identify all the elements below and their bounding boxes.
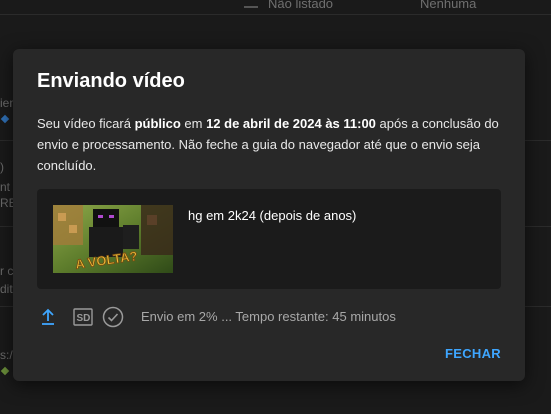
upload-icon [37,306,59,328]
video-card: A VOLTA? hg em 2k24 (depois de anos) [37,189,501,289]
dialog-message: Seu vídeo ficará público em 12 de abril … [37,113,505,176]
divider [0,14,551,15]
video-thumbnail[interactable]: A VOLTA? [53,205,173,273]
check-circle-icon [102,306,124,328]
visibility-icon [244,0,258,8]
message-datetime: 12 de abril de 2024 às 11:00 [206,116,376,131]
background-text-fragment: ) [0,160,4,174]
message-visibility: público [134,116,181,131]
close-button[interactable]: FECHAR [445,346,501,361]
sd-icon: SD [72,306,94,328]
background-emoji-icon [0,366,10,376]
visibility-value: Não listado [268,0,334,11]
video-title: hg em 2k24 (depois de anos) [188,208,357,223]
background-text-fragment: nt [0,180,11,194]
restrictions-value: Nenhuma [420,0,477,11]
thumbnail-image: A VOLTA? [53,205,173,273]
svg-text:SD: SD [77,313,91,324]
upload-dialog: Enviando vídeo Seu vídeo ficará público … [13,49,525,381]
background-badge-icon [0,114,10,124]
dialog-title: Enviando vídeo [37,70,185,92]
upload-status-text: Envio em 2% ... Tempo restante: 45 minut… [141,309,396,324]
upload-status-row: SD Envio em 2% ... Tempo restante: 45 mi… [37,306,507,328]
message-text: Seu vídeo ficará [37,116,135,131]
background-text-fragment: dit [0,282,13,296]
background-table-header: Não listado Nenhuma [0,0,551,11]
message-text: em [180,116,207,131]
background-text-fragment: r c [0,264,14,278]
background-text-fragment: s:/ [0,348,13,362]
